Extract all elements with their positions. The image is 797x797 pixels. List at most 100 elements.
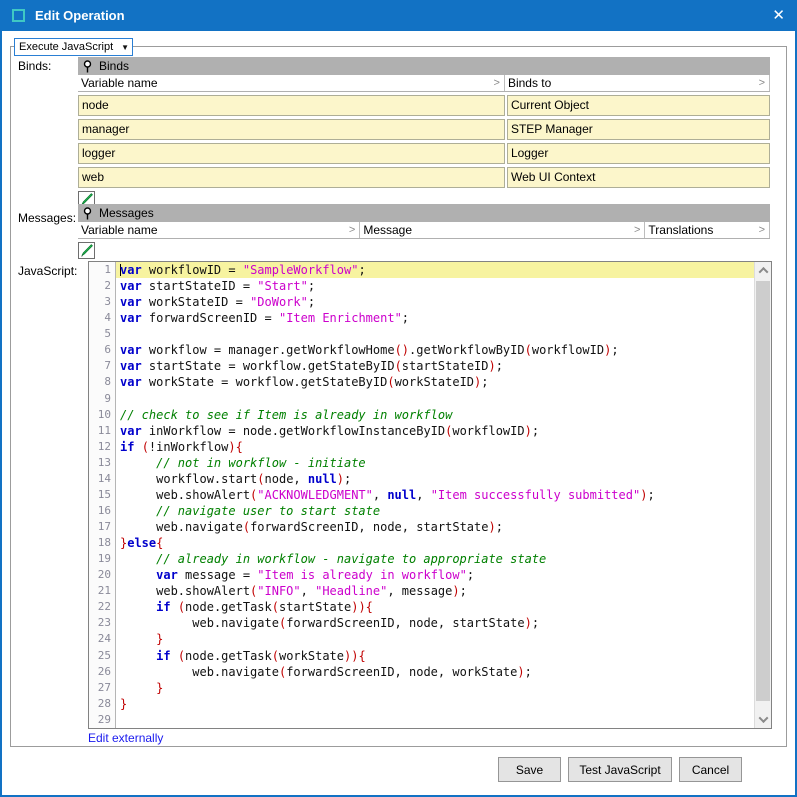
chevron-up-icon: [758, 267, 768, 277]
code-line-25[interactable]: if (node.getTask(workState)){: [116, 648, 754, 664]
messages-table: Variable name > Message>Translations >: [78, 222, 770, 239]
binds-cell[interactable]: manager: [78, 119, 505, 140]
line-number: 12: [89, 439, 115, 455]
column-header-variable-name[interactable]: Variable name >: [78, 222, 360, 238]
line-number: 19: [89, 551, 115, 567]
chevron-down-icon: [758, 713, 768, 723]
binds-row: nodeCurrent Object: [78, 95, 770, 116]
binds-table: Variable name>Binds to>nodeCurrent Objec…: [78, 75, 770, 188]
line-number: 18: [89, 535, 115, 551]
column-label: Variable name: [81, 76, 158, 90]
code-line-28[interactable]: }: [116, 696, 754, 712]
messages-table-column-header: Variable name > Message>Translations >: [78, 222, 770, 239]
line-number-gutter: 1234567891011121314151617181920212223242…: [89, 262, 116, 728]
line-number: 24: [89, 631, 115, 647]
code-line-3[interactable]: var workStateID = "DoWork";: [116, 294, 754, 310]
column-header-binds-to[interactable]: Binds to>: [505, 75, 770, 91]
sort-chevron-icon: >: [349, 224, 355, 236]
binds-cell[interactable]: Current Object: [507, 95, 770, 116]
line-number: 9: [89, 391, 115, 407]
column-label: Message: [363, 223, 412, 237]
line-number: 17: [89, 519, 115, 535]
scroll-up-button[interactable]: [755, 262, 771, 279]
code-line-16[interactable]: // navigate user to start state: [116, 503, 754, 519]
code-line-23[interactable]: web.navigate(forwardScreenID, node, star…: [116, 615, 754, 631]
code-line-20[interactable]: var message = "Item is already in workfl…: [116, 567, 754, 583]
code-line-22[interactable]: if (node.getTask(startState)){: [116, 599, 754, 615]
column-header-message[interactable]: Message>: [360, 222, 645, 238]
code-line-29[interactable]: [116, 712, 754, 728]
column-header-translations[interactable]: Translations >: [645, 222, 770, 238]
binds-cell[interactable]: STEP Manager: [507, 119, 770, 140]
messages-section-title: Messages: [99, 206, 154, 220]
line-number: 16: [89, 503, 115, 519]
code-line-11[interactable]: var inWorkflow = node.getWorkflowInstanc…: [116, 423, 754, 439]
line-number: 3: [89, 294, 115, 310]
code-line-24[interactable]: }: [116, 631, 754, 647]
line-number: 14: [89, 471, 115, 487]
binds-cell[interactable]: Web UI Context: [507, 167, 770, 188]
code-line-12[interactable]: if (!inWorkflow){: [116, 439, 754, 455]
column-header-variable-name[interactable]: Variable name>: [78, 75, 505, 91]
binds-row: webWeb UI Context: [78, 167, 770, 188]
line-number: 5: [89, 326, 115, 342]
line-number: 6: [89, 342, 115, 358]
code-line-27[interactable]: }: [116, 680, 754, 696]
code-line-15[interactable]: web.showAlert("ACKNOWLEDGMENT", null, "I…: [116, 487, 754, 503]
code-line-18[interactable]: }else{: [116, 535, 754, 551]
scrollbar-thumb[interactable]: [756, 281, 770, 701]
chevron-down-icon: ▼: [121, 43, 129, 52]
code-line-4[interactable]: var forwardScreenID = "Item Enrichment";: [116, 310, 754, 326]
operation-type-value: Execute JavaScript: [19, 41, 113, 53]
dialog-body: Execute JavaScript ▼ Binds: Binds Variab…: [2, 31, 795, 795]
line-number: 1: [89, 262, 115, 278]
code-line-19[interactable]: // already in workflow - navigate to app…: [116, 551, 754, 567]
code-line-8[interactable]: var workState = workflow.getStateByID(wo…: [116, 374, 754, 390]
binds-cell[interactable]: node: [78, 95, 505, 116]
code-line-10[interactable]: // check to see if Item is already in wo…: [116, 407, 754, 423]
binds-cell[interactable]: Logger: [507, 143, 770, 164]
code-line-26[interactable]: web.navigate(forwardScreenID, node, work…: [116, 664, 754, 680]
scroll-down-button[interactable]: [755, 711, 771, 728]
binds-cell[interactable]: logger: [78, 143, 505, 164]
line-number: 11: [89, 423, 115, 439]
test-javascript-button[interactable]: Test JavaScript: [568, 757, 672, 782]
code-line-6[interactable]: var workflow = manager.getWorkflowHome()…: [116, 342, 754, 358]
edit-messages-button[interactable]: [78, 242, 95, 259]
column-label: Variable name: [81, 223, 158, 237]
operation-type-dropdown[interactable]: Execute JavaScript ▼: [14, 38, 133, 56]
binds-section-header[interactable]: Binds: [78, 57, 770, 75]
code-line-14[interactable]: workflow.start(node, null);: [116, 471, 754, 487]
line-number: 26: [89, 664, 115, 680]
code-line-5[interactable]: [116, 326, 754, 342]
messages-label: Messages:: [18, 211, 76, 225]
line-number: 28: [89, 696, 115, 712]
edit-operation-dialog: Edit Operation ✕ Execute JavaScript ▼ Bi…: [0, 0, 797, 797]
line-number: 27: [89, 680, 115, 696]
cancel-button[interactable]: Cancel: [679, 757, 742, 782]
javascript-editor[interactable]: 1234567891011121314151617181920212223242…: [88, 261, 772, 729]
close-button[interactable]: ✕: [772, 8, 785, 23]
sort-chevron-icon: >: [759, 224, 765, 236]
binds-table-column-header: Variable name>Binds to>: [78, 75, 770, 92]
code-line-2[interactable]: var startStateID = "Start";: [116, 278, 754, 294]
window-icon: [12, 9, 25, 22]
code-line-7[interactable]: var startState = workflow.getStateByID(s…: [116, 358, 754, 374]
messages-section-header[interactable]: Messages: [78, 204, 770, 222]
vertical-scrollbar[interactable]: [754, 262, 771, 728]
code-line-9[interactable]: [116, 391, 754, 407]
code-area[interactable]: var workflowID = "SampleWorkflow";var st…: [116, 262, 754, 728]
save-button[interactable]: Save: [498, 757, 561, 782]
code-line-13[interactable]: // not in workflow - initiate: [116, 455, 754, 471]
column-label: Translations: [648, 223, 713, 237]
code-line-1[interactable]: var workflowID = "SampleWorkflow";: [116, 262, 754, 278]
edit-externally-link[interactable]: Edit externally: [88, 731, 163, 745]
binds-panel: Binds Variable name>Binds to>nodeCurrent…: [78, 57, 770, 208]
line-number: 20: [89, 567, 115, 583]
pin-icon: [83, 60, 92, 73]
line-number: 13: [89, 455, 115, 471]
code-line-21[interactable]: web.showAlert("INFO", "Headline", messag…: [116, 583, 754, 599]
binds-label: Binds:: [18, 59, 51, 73]
code-line-17[interactable]: web.navigate(forwardScreenID, node, star…: [116, 519, 754, 535]
binds-cell[interactable]: web: [78, 167, 505, 188]
